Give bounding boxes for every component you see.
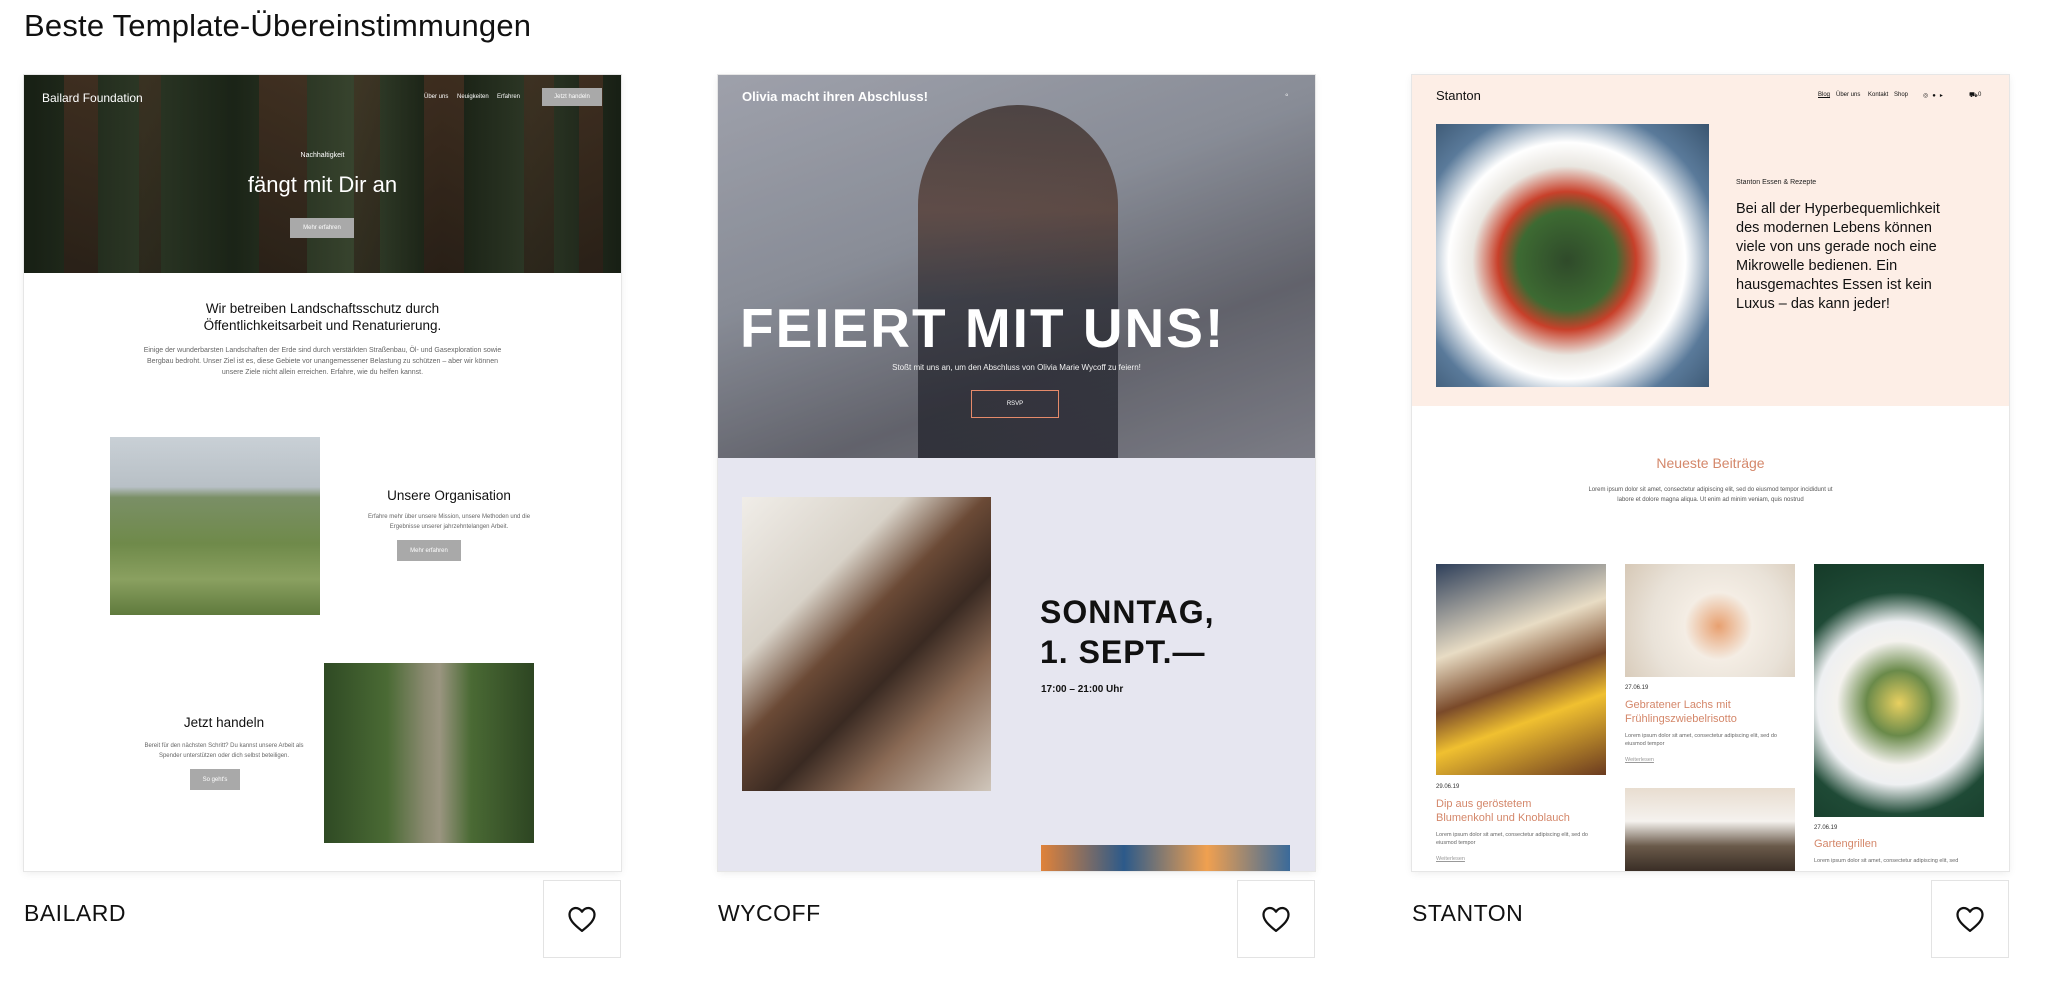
org-title: Unsere Organisation <box>387 488 511 503</box>
org-button: Mehr erfahren <box>397 540 461 561</box>
hero-title: FEIERT MIT UNS! <box>740 297 1226 359</box>
favorite-button-bailard[interactable] <box>543 880 621 958</box>
forest-path-photo <box>324 663 534 843</box>
hero-headline: Bei all der Hyperbequemlichkeit des mode… <box>1736 201 1940 312</box>
nav-item: Über uns <box>1836 92 1861 98</box>
favorite-button-wycoff[interactable] <box>1237 880 1315 958</box>
template-preview-bailard[interactable]: Bailard Foundation Über uns Neuigkeiten … <box>24 75 621 871</box>
act-title: Jetzt handeln <box>183 715 265 730</box>
post-excerpt: Lorem ipsum dolor sit amet, consectetur … <box>1436 832 1588 846</box>
social-icons: ◎●▸ <box>1923 93 1947 99</box>
salad-bowl-photo <box>1436 124 1709 387</box>
menu-icon: ◦ <box>1285 90 1289 101</box>
section-title: Neueste Beiträge <box>1656 455 1765 471</box>
cart-count: 0 <box>1978 92 1982 98</box>
cart-icon: ⛟ <box>1969 92 1978 99</box>
post-title: Gebratener Lachs mit Frühlingszwiebelris… <box>1625 699 1737 725</box>
intro-paragraph: Einige der wunderbarsten Landschaften de… <box>143 347 502 376</box>
post-date: 27.06.19 <box>1814 825 1838 831</box>
post-title: Gartengrillen <box>1814 838 1877 850</box>
nav-item: Erfahren <box>497 94 521 100</box>
photo-strip <box>1041 845 1290 871</box>
hero-kicker: Stanton Essen & Rezepte <box>1736 179 1817 186</box>
post-image <box>1625 564 1795 677</box>
template-name-stanton: STANTON <box>1412 900 1524 926</box>
brand-name: Stanton <box>1436 88 1481 103</box>
hero-button: Mehr erfahren <box>290 218 354 238</box>
post-date: 27.06.19 <box>1625 685 1649 691</box>
nav-item: Blog <box>1818 92 1831 98</box>
nav-cta-button: Jetzt handeln <box>542 88 602 106</box>
favorite-button-stanton[interactable] <box>1931 880 2009 958</box>
org-text: Erfahre mehr über unsere Mission, unsere… <box>367 514 531 530</box>
nav-item: Über uns <box>424 94 449 100</box>
intro-heading: Wir betreiben Landschaftsschutz durch Öf… <box>203 301 442 333</box>
post-image <box>1625 788 1795 871</box>
rsvp-button: RSVP <box>971 390 1059 418</box>
brand-name: Bailard Foundation <box>42 91 143 105</box>
hero-kicker: Nachhaltigkeit <box>300 152 345 159</box>
post-image <box>1436 564 1606 775</box>
template-preview-wycoff[interactable]: Olivia macht ihren Abschluss! ◦ FEIERT M… <box>718 75 1315 871</box>
event-time: 17:00 – 21:00 Uhr <box>1041 684 1124 695</box>
event-date: SONNTAG, 1. SEPT.— <box>1040 594 1215 670</box>
hero-subtitle: Stoßt mit uns an, um den Abschluss von O… <box>892 363 1141 372</box>
nav-item: Kontakt <box>1868 92 1889 98</box>
portrait-photo <box>742 497 991 791</box>
template-name-wycoff: WYCOFF <box>718 900 821 926</box>
post-date: 29.06.19 <box>1436 784 1460 790</box>
post-excerpt: Lorem ipsum dolor sit amet, consectetur … <box>1625 733 1777 747</box>
act-text: Bereit für den nächsten Schritt? Du kann… <box>144 743 304 759</box>
nav-item: Shop <box>1894 92 1909 98</box>
post-excerpt: Lorem ipsum dolor sit amet, consectetur … <box>1814 858 1959 864</box>
hero-title: fängt mit Dir an <box>247 172 398 197</box>
section-text: Lorem ipsum dolor sit amet, consectetur … <box>1588 487 1833 503</box>
post-read-more: Weiterlesen <box>1436 856 1465 862</box>
post-image <box>1814 564 1984 817</box>
landscape-hiking-photo <box>110 437 320 615</box>
heart-outline-icon <box>1956 906 1984 932</box>
header-title: Olivia macht ihren Abschluss! <box>742 89 928 104</box>
act-button: So geht's <box>190 769 240 790</box>
post-title: Dip aus geröstetem Blumenkohl und Knobla… <box>1436 798 1570 824</box>
heart-outline-icon <box>568 906 596 932</box>
heart-outline-icon <box>1262 906 1290 932</box>
template-name-bailard: BAILARD <box>24 900 126 926</box>
post-read-more: Weiterlesen <box>1625 757 1654 763</box>
template-preview-stanton[interactable]: Stanton Blog Über uns Kontakt Shop ◎●▸ ⛟… <box>1412 75 2009 871</box>
nav-item: Neuigkeiten <box>457 94 489 100</box>
page-title: Beste Template-Übereinstimmungen <box>24 8 532 43</box>
